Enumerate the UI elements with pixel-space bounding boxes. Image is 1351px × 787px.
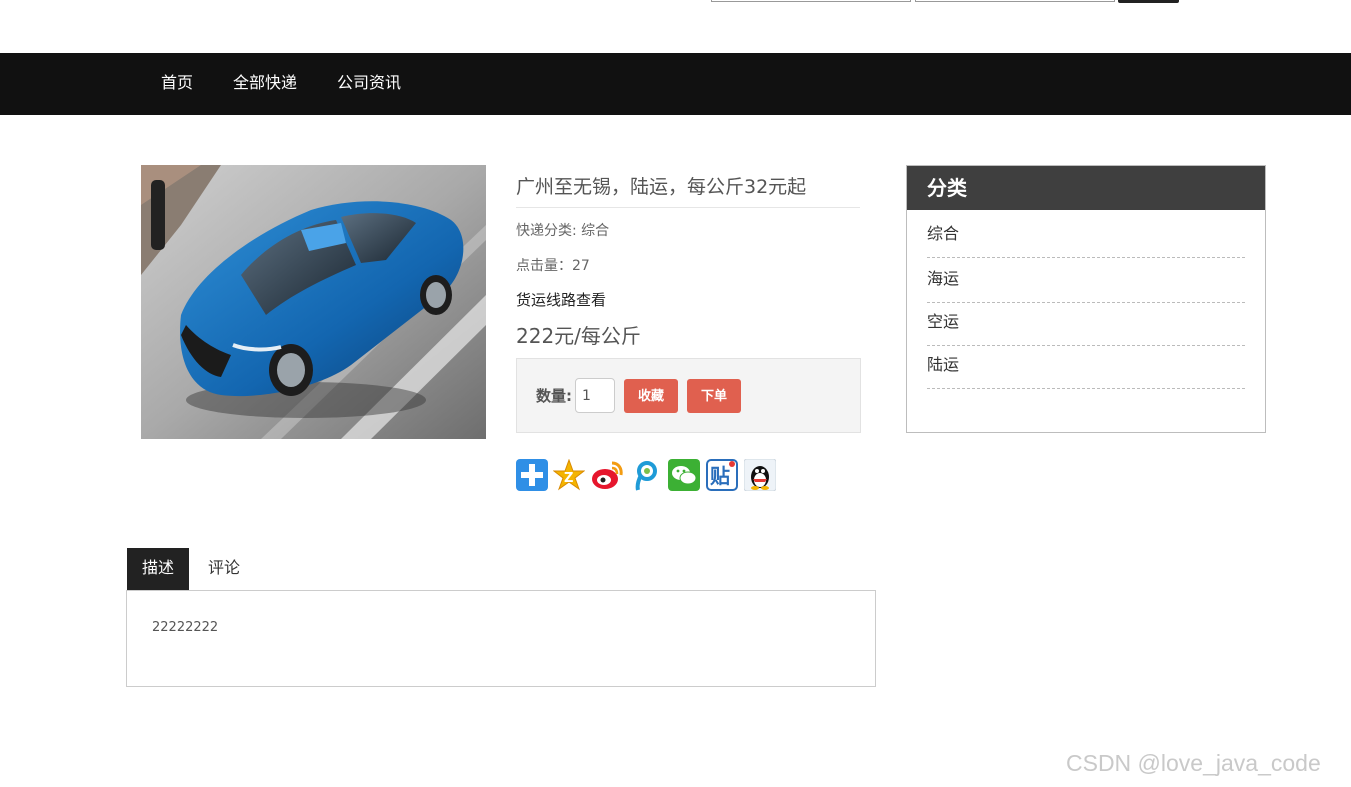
plus-share-icon[interactable] xyxy=(516,459,548,491)
favorite-button[interactable]: 收藏 xyxy=(624,379,678,413)
product-price: 222元/每公斤 xyxy=(516,324,641,348)
product-title: 广州至无锡，陆运，每公斤32元起 xyxy=(516,172,860,208)
nav-item-home[interactable]: 首页 xyxy=(161,53,193,115)
category-sidebar: 分类 综合 海运 空运 陆运 xyxy=(906,165,1266,433)
sidebar-item-air[interactable]: 空运 xyxy=(927,303,1245,346)
svg-text:贴: 贴 xyxy=(710,464,730,488)
route-view-link[interactable]: 货运线路查看 xyxy=(516,289,606,310)
qq-icon[interactable] xyxy=(744,459,776,491)
quantity-label: 数量: xyxy=(536,387,572,405)
description-text: 22222222 xyxy=(152,620,219,635)
watermark: CSDN @love_java_code xyxy=(1066,750,1321,776)
order-panel: 数量: 收藏 下单 xyxy=(516,358,861,433)
tieba-icon[interactable]: 贴 xyxy=(706,459,738,491)
sidebar-title: 分类 xyxy=(907,166,1265,210)
quantity-input[interactable] xyxy=(575,378,615,413)
header-search-input-2[interactable] xyxy=(915,0,1115,2)
tab-panel-description: 22222222 xyxy=(126,590,876,687)
top-header xyxy=(0,0,1351,53)
svg-text:Z: Z xyxy=(564,471,573,486)
sidebar-item-comprehensive[interactable]: 综合 xyxy=(927,215,1245,258)
product-car-image xyxy=(141,165,486,439)
qzone-icon[interactable]: Z xyxy=(553,459,585,491)
main-nav: 首页 全部快递 公司资讯 xyxy=(0,53,1351,115)
header-search-input[interactable] xyxy=(711,0,911,2)
header-search-button[interactable] xyxy=(1118,0,1179,3)
sidebar-item-land[interactable]: 陆运 xyxy=(927,346,1245,389)
product-category: 快递分类: 综合 xyxy=(516,223,610,239)
place-order-button[interactable]: 下单 xyxy=(687,379,741,413)
sidebar-item-sea[interactable]: 海运 xyxy=(927,260,1245,303)
wechat-icon[interactable] xyxy=(668,459,700,491)
weibo-icon[interactable] xyxy=(590,459,623,491)
nav-item-company-news[interactable]: 公司资讯 xyxy=(337,53,401,115)
tab-comments[interactable]: 评论 xyxy=(197,548,251,590)
product-click-count: 点击量：27 xyxy=(516,258,590,274)
tencent-weibo-icon[interactable] xyxy=(629,459,661,491)
nav-item-all-express[interactable]: 全部快递 xyxy=(233,53,297,115)
tab-description[interactable]: 描述 xyxy=(127,548,189,590)
